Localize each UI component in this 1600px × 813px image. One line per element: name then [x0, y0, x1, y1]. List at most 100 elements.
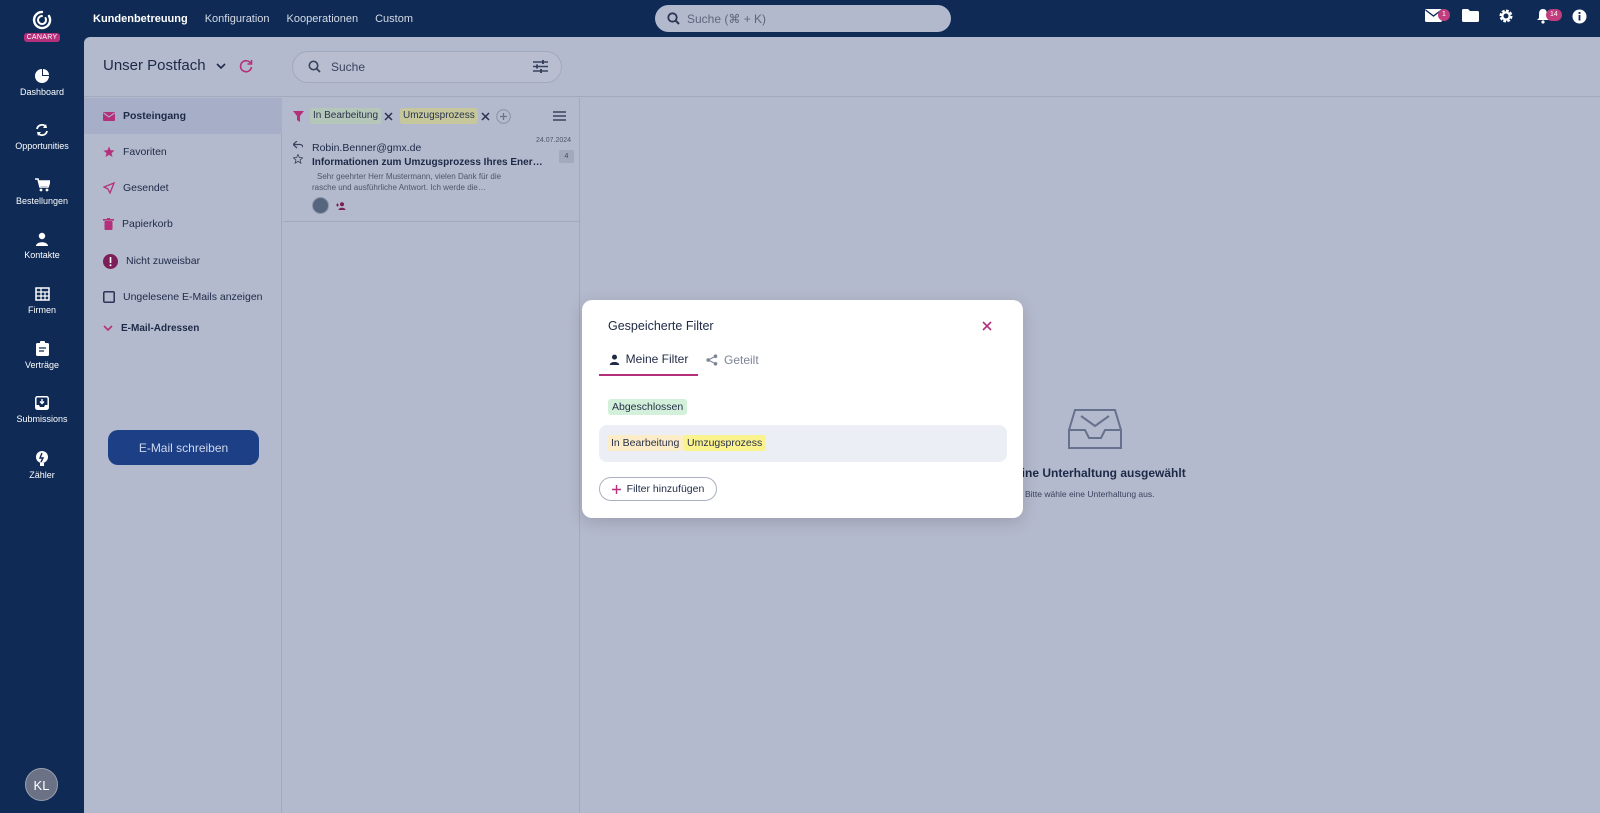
filter-bar: In Bearbeitung Umzugsprozess: [283, 98, 580, 134]
close-icon[interactable]: [384, 112, 393, 121]
global-search-input[interactable]: [687, 9, 937, 28]
sidebar-item-label: Posteingang: [123, 110, 187, 122]
thread-count: 4: [559, 150, 574, 163]
topnav-item-konfiguration[interactable]: Konfiguration: [205, 13, 270, 25]
canary-logo-icon: [32, 10, 52, 30]
assignee-avatar: [312, 197, 329, 214]
person-add-icon[interactable]: [336, 202, 348, 210]
close-icon[interactable]: [481, 112, 490, 121]
saved-filter-row[interactable]: In Bearbeitung Umzugsprozess: [599, 425, 1007, 462]
top-nav: Kundenbetreuung Konfiguration Kooperatio…: [93, 13, 413, 25]
mailbox-sidebar: Posteingang Favoriten Gesendet Papierkor…: [84, 98, 282, 813]
meter-icon: [36, 451, 48, 466]
mail-list-item[interactable]: 24.07.2024 Robin.Benner@gmx.de Informati…: [283, 135, 580, 222]
dialog-title: Gespeicherte Filter: [608, 319, 714, 333]
rail-label: Dashboard: [19, 87, 65, 97]
mail-sender: Robin.Benner@gmx.de: [312, 142, 422, 154]
refresh-icon[interactable]: [239, 59, 253, 73]
folder-icon[interactable]: [1462, 9, 1479, 22]
rail-item-zaehler[interactable]: Zähler: [0, 451, 84, 480]
mail-list: In Bearbeitung Umzugsprozess 24.07.2024 …: [283, 98, 580, 813]
filter-icon[interactable]: [293, 111, 304, 122]
sidebar-item-nicht-zuweisbar[interactable]: Nicht zuweisbar: [84, 243, 282, 279]
share-icon: [706, 354, 718, 366]
menu-icon[interactable]: [553, 111, 566, 121]
mail-preview-line: Sehr geehrter Herr Mustermann, vielen Da…: [317, 172, 502, 181]
mail-icon: [103, 111, 115, 121]
trash-icon: [103, 218, 114, 230]
nav-rail: CANARY Dashboard Opportunities Bestellun…: [0, 0, 84, 813]
sidebar-item-favoriten[interactable]: Favoriten: [84, 134, 282, 170]
rail-item-vertraege[interactable]: Verträge: [0, 341, 84, 370]
tab-label: Meine Filter: [625, 352, 689, 366]
person-icon: [36, 232, 48, 246]
add-filter-icon[interactable]: [496, 109, 511, 124]
sidebar-item-label: Nicht zuweisbar: [126, 255, 201, 267]
saved-filters-dialog: Gespeicherte Filter Meine Filter Geteilt…: [582, 300, 1023, 518]
cart-icon: [34, 178, 50, 192]
mailbox-header: Unser Postfach: [84, 37, 1600, 97]
chevron-down-icon: [216, 63, 226, 70]
sidebar-item-label: Ungelesene E-Mails anzeigen: [123, 291, 263, 303]
canary-logo[interactable]: CANARY: [22, 10, 62, 44]
filter-chip: In Bearbeitung: [310, 108, 382, 124]
rail-label: Zähler: [29, 470, 55, 480]
info-icon[interactable]: [1572, 9, 1587, 24]
rail-label: Firmen: [27, 305, 56, 315]
gear-icon[interactable]: [1498, 8, 1514, 24]
mail-subject: Informationen zum Umzugsprozess Ihres En…: [312, 157, 543, 168]
close-icon[interactable]: [980, 319, 994, 333]
rail-label: Bestellungen: [15, 196, 69, 206]
checkbox-icon[interactable]: [103, 291, 115, 303]
sidebar-item-papierkorb[interactable]: Papierkorb: [84, 206, 282, 242]
rail-label: Opportunities: [15, 141, 69, 151]
send-icon: [103, 182, 115, 194]
person-icon: [609, 354, 619, 365]
sidebar-item-gesendet[interactable]: Gesendet: [84, 170, 282, 206]
rail-item-dashboard[interactable]: Dashboard: [0, 69, 84, 97]
user-avatar[interactable]: KL: [25, 768, 58, 801]
rail-item-kontakte[interactable]: Kontakte: [0, 232, 84, 260]
filter-chip: Umzugsprozess: [400, 108, 478, 124]
mailbox-search[interactable]: [292, 51, 562, 83]
mail-preview-line: rasche und ausführliche Antwort. Ich wer…: [312, 183, 486, 192]
plus-icon: [611, 484, 621, 494]
tab-geteilt[interactable]: Geteilt: [706, 344, 759, 376]
rail-label: Submissions: [16, 414, 68, 424]
pie-chart-icon: [35, 69, 49, 83]
rail-label: Verträge: [24, 360, 60, 370]
topnav-item-custom[interactable]: Custom: [375, 13, 413, 25]
saved-filter-row[interactable]: Abgeschlossen: [608, 399, 688, 415]
mail-date: 24.07.2024: [536, 137, 572, 144]
rail-item-opportunities[interactable]: Opportunities: [0, 123, 84, 151]
filter-tag: Umzugsprozess: [683, 435, 767, 451]
sidebar-item-email-adressen[interactable]: E-Mail-Adressen: [84, 310, 282, 346]
sidebar-item-posteingang[interactable]: Posteingang: [84, 98, 282, 134]
tab-meine-filter[interactable]: Meine Filter: [599, 344, 698, 376]
add-filter-button[interactable]: Filter hinzufügen: [599, 477, 717, 501]
star-outline-icon[interactable]: [293, 154, 303, 164]
sidebar-item-label: Favoriten: [123, 146, 167, 158]
topnav-item-kooperationen[interactable]: Kooperationen: [287, 13, 359, 25]
tab-label: Geteilt: [724, 353, 759, 367]
clipboard-icon: [35, 341, 49, 356]
compose-email-button[interactable]: E-Mail schreiben: [108, 430, 259, 465]
sync-icon: [36, 124, 48, 136]
rail-item-firmen[interactable]: Firmen: [0, 287, 84, 315]
add-filter-label: Filter hinzufügen: [626, 483, 705, 495]
inbox-icon: [1068, 409, 1122, 449]
topnav-item-kundenbetreuung[interactable]: Kundenbetreuung: [93, 13, 188, 25]
mailbox-search-input[interactable]: [331, 59, 511, 75]
global-search[interactable]: [655, 5, 951, 32]
mailbox-title-text: Unser Postfach: [103, 57, 206, 74]
mailbox-title[interactable]: Unser Postfach: [103, 57, 226, 74]
mail-badge: 1: [1438, 9, 1450, 21]
alert-icon: [103, 253, 118, 269]
empty-state-title: eine Unterhaltung ausgewählt: [1015, 466, 1186, 480]
rail-item-submissions[interactable]: Submissions: [0, 396, 84, 424]
building-icon: [34, 287, 50, 301]
reply-icon: [293, 141, 303, 149]
rail-item-bestellungen[interactable]: Bestellungen: [0, 178, 84, 206]
notifications-badge: 14: [1546, 9, 1562, 21]
tune-icon[interactable]: [533, 60, 548, 73]
